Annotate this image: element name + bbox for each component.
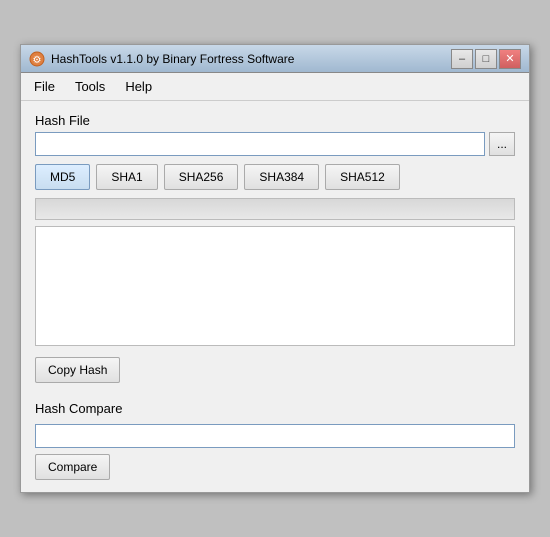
- hash-file-label: Hash File: [35, 113, 515, 128]
- hash-compare-label: Hash Compare: [35, 401, 515, 416]
- compare-button[interactable]: Compare: [35, 454, 110, 480]
- sha512-button[interactable]: SHA512: [325, 164, 400, 190]
- progress-bar: [35, 198, 515, 220]
- menu-bar: File Tools Help: [21, 73, 529, 101]
- minimize-button[interactable]: –: [451, 49, 473, 69]
- sha384-button[interactable]: SHA384: [244, 164, 319, 190]
- file-row: ...: [35, 132, 515, 156]
- file-path-input[interactable]: [35, 132, 485, 156]
- menu-file[interactable]: File: [25, 75, 64, 98]
- sha256-button[interactable]: SHA256: [164, 164, 239, 190]
- title-bar: ⚙ HashTools v1.1.0 by Binary Fortress So…: [21, 45, 529, 73]
- svg-text:⚙: ⚙: [33, 55, 42, 66]
- app-icon: ⚙: [29, 51, 45, 67]
- sha1-button[interactable]: SHA1: [96, 164, 157, 190]
- window-controls: – □ ✕: [451, 49, 521, 69]
- md5-button[interactable]: MD5: [35, 164, 90, 190]
- hash-output-area[interactable]: [35, 226, 515, 346]
- browse-button[interactable]: ...: [489, 132, 515, 156]
- close-button[interactable]: ✕: [499, 49, 521, 69]
- maximize-button[interactable]: □: [475, 49, 497, 69]
- menu-help[interactable]: Help: [116, 75, 161, 98]
- hash-compare-section: Hash Compare Compare: [35, 401, 515, 480]
- hash-algorithm-buttons: MD5 SHA1 SHA256 SHA384 SHA512: [35, 164, 515, 190]
- content-area: Hash File ... MD5 SHA1 SHA256 SHA384 SHA…: [21, 101, 529, 492]
- main-window: ⚙ HashTools v1.1.0 by Binary Fortress So…: [20, 44, 530, 493]
- window-title: HashTools v1.1.0 by Binary Fortress Soft…: [51, 52, 451, 66]
- hash-output-wrapper: [35, 226, 515, 357]
- copy-hash-button[interactable]: Copy Hash: [35, 357, 120, 383]
- menu-tools[interactable]: Tools: [66, 75, 114, 98]
- hash-compare-input[interactable]: [35, 424, 515, 448]
